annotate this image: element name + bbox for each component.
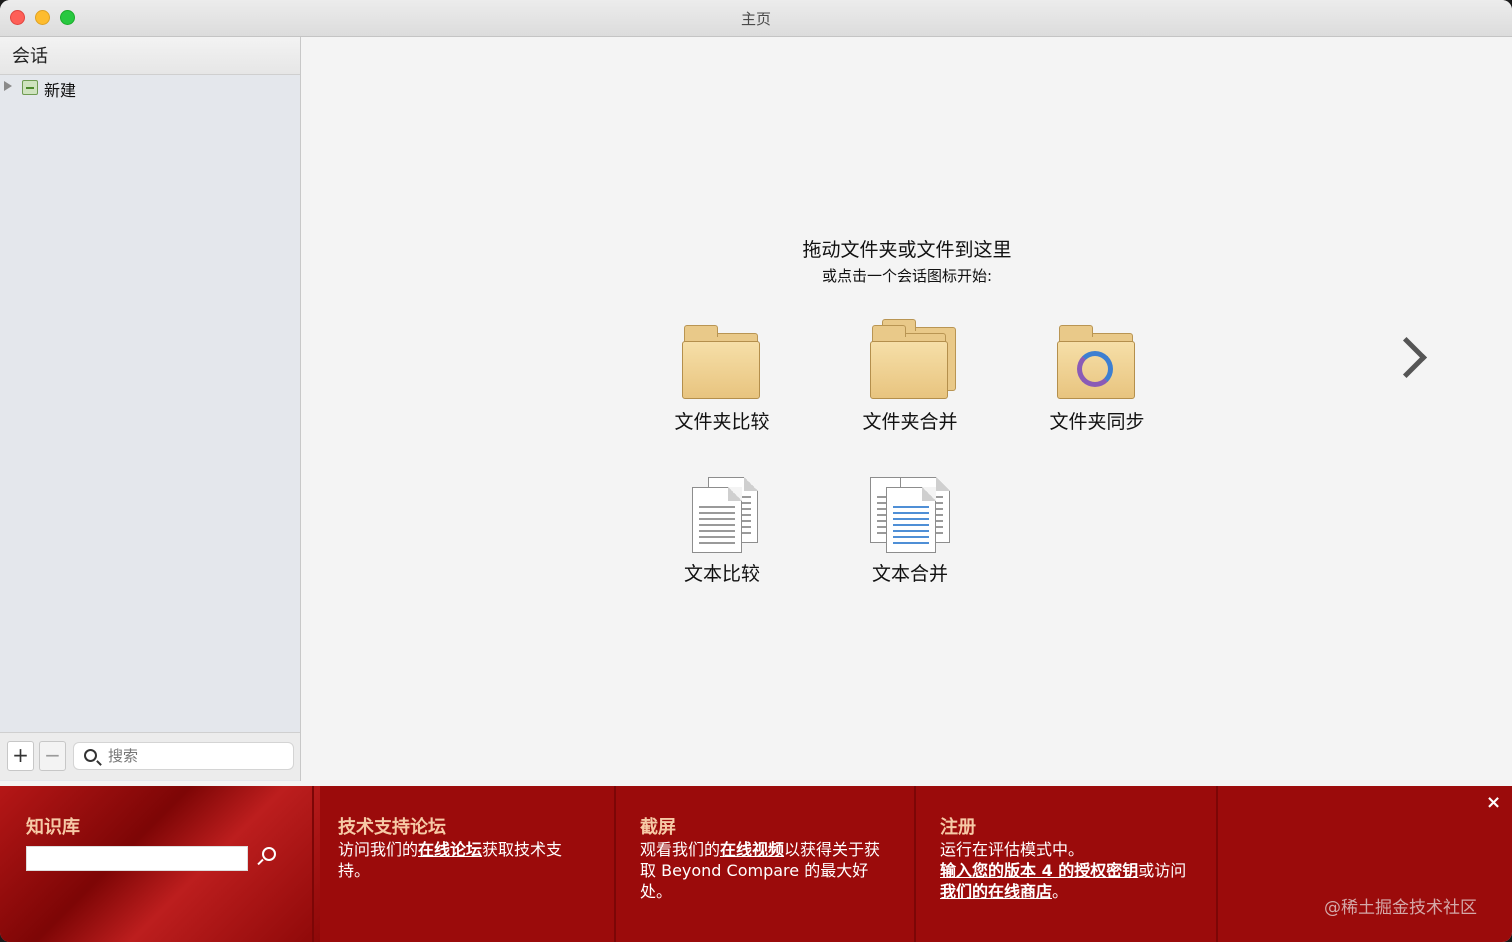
drop-title: 拖动文件夹或文件到这里 — [802, 239, 1012, 261]
session-folder-icon — [22, 80, 38, 95]
sidebar-item-label: 新建 — [44, 81, 77, 100]
session-folder-merge[interactable]: 文件夹合并 — [840, 319, 980, 434]
sidebar-title: 会话 — [12, 46, 48, 67]
session-text-merge[interactable]: 文本合并 — [840, 477, 980, 586]
session-label: 文件夹合并 — [862, 411, 958, 433]
video-link[interactable]: 在线视频 — [720, 840, 784, 859]
sync-arrows-icon — [1077, 351, 1113, 387]
app-window: 主页 会话 新建 + − 拖动文件夹或文件到这里 或点击一个会话图标开始: 文件… — [0, 0, 1512, 942]
folder-compare-icon — [682, 325, 762, 403]
sidebar-item-new[interactable]: 新建 — [4, 77, 204, 100]
title-bar: 主页 — [0, 0, 1512, 37]
text-merge-icon — [870, 477, 950, 555]
folder-merge-icon — [870, 319, 956, 403]
close-icon[interactable]: × — [1486, 792, 1501, 813]
session-label: 文本比较 — [683, 563, 760, 585]
screenshots-panel: 截屏 观看我们的在线视频以获得关于获取 Beyond Compare 的最大好处… — [616, 786, 916, 942]
session-folder-sync[interactable]: 文件夹同步 — [1027, 325, 1167, 434]
forum-panel: 技术支持论坛 访问我们的在线论坛获取技术支持。 — [314, 786, 616, 942]
session-label: 文本合并 — [871, 563, 948, 585]
folder-sync-icon — [1057, 325, 1137, 403]
remove-session-button[interactable]: − — [39, 741, 66, 771]
forum-link[interactable]: 在线论坛 — [418, 840, 482, 859]
window-title: 主页 — [740, 10, 771, 28]
text-compare-icon — [682, 477, 762, 555]
knowledge-base-panel: 知识库 — [0, 786, 314, 942]
license-key-link[interactable]: 输入您的版本 4 的授权密钥 — [940, 861, 1138, 880]
home-panel: 拖动文件夹或文件到这里 或点击一个会话图标开始: 文件夹比较 文件夹合并 文件夹… — [302, 37, 1512, 781]
drop-subtitle: 或点击一个会话图标开始: — [821, 267, 993, 285]
knowledge-bar: 知识库 技术支持论坛 访问我们的在线论坛获取技术支持。 截屏 观看我们的在线视频… — [0, 786, 1512, 942]
register-panel: 注册 运行在评估模式中。 输入您的版本 4 的授权密钥或访问我们的在线商店。 — [916, 786, 1218, 942]
session-label: 文件夹同步 — [1049, 411, 1145, 433]
sidebar-toolbar: + − — [0, 732, 300, 780]
session-search-input[interactable] — [108, 746, 288, 766]
search-icon — [84, 749, 97, 762]
knowledge-base-title: 知识库 — [26, 817, 80, 838]
session-folder-compare[interactable]: 文件夹比较 — [652, 325, 792, 434]
watermark: @稀土掘金技术社区 — [1324, 898, 1477, 918]
session-text-compare[interactable]: 文本比较 — [652, 477, 792, 586]
knowledge-base-search-input[interactable] — [26, 846, 248, 871]
session-label: 文件夹比较 — [674, 411, 770, 433]
next-page-chevron-icon[interactable] — [1390, 337, 1420, 381]
disclosure-triangle-icon[interactable] — [4, 81, 12, 91]
online-store-link[interactable]: 我们的在线商店 — [940, 882, 1052, 901]
add-session-button[interactable]: + — [7, 741, 34, 771]
screenshots-text: 观看我们的在线视频以获得关于获取 Beyond Compare 的最大好处。 — [640, 840, 881, 901]
forum-title: 技术支持论坛 — [338, 817, 446, 838]
sessions-sidebar: 会话 新建 + − — [0, 37, 301, 781]
forum-text: 访问我们的在线论坛获取技术支持。 — [338, 840, 563, 880]
register-text: 运行在评估模式中。 输入您的版本 4 的授权密钥或访问我们的在线商店。 — [940, 840, 1187, 901]
search-icon[interactable] — [262, 847, 276, 861]
screenshots-title: 截屏 — [640, 817, 676, 838]
session-search-box[interactable] — [73, 742, 294, 770]
sidebar-header: 会话 — [0, 37, 300, 75]
register-title: 注册 — [940, 817, 976, 838]
